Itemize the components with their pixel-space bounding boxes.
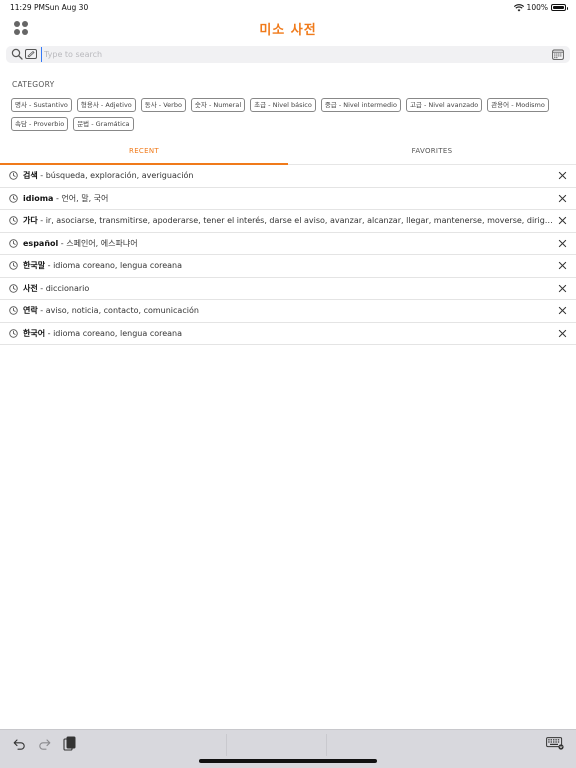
- entry-word: 한국말: [23, 261, 46, 270]
- list-item[interactable]: 연락 - aviso, noticia, contacto, comunicac…: [0, 300, 576, 323]
- wifi-icon: [513, 3, 524, 11]
- status-bar: 11:29 PM Sun Aug 30 100%: [0, 0, 576, 14]
- battery-icon: [551, 4, 568, 11]
- entry-text: 사전 - diccionario: [23, 283, 553, 294]
- list-item[interactable]: 한국말 - idioma coreano, lengua coreana: [0, 255, 576, 278]
- close-icon[interactable]: [558, 306, 567, 315]
- clock-icon: [9, 216, 18, 225]
- close-icon[interactable]: [558, 284, 567, 293]
- close-icon[interactable]: [558, 216, 567, 225]
- tab-recent[interactable]: RECENT: [0, 142, 288, 165]
- entry-meaning: - diccionario: [37, 283, 90, 293]
- list-item[interactable]: idioma - 언어, 말, 국어: [0, 188, 576, 210]
- close-icon[interactable]: [558, 329, 567, 338]
- category-chip-nivel-basico[interactable]: 초급 - Nivel básico: [250, 98, 316, 112]
- paste-icon[interactable]: [63, 736, 76, 751]
- clock-icon: [9, 283, 18, 293]
- home-indicator: [199, 759, 377, 763]
- entry-word: español: [23, 238, 59, 248]
- category-chip-proverbio[interactable]: 속담 - Proverbio: [11, 117, 69, 131]
- clock-icon: [9, 171, 18, 180]
- entry-text: 한국말 - idioma coreano, lengua coreana: [23, 260, 553, 271]
- entry-text: 한국어 - idioma coreano, lengua coreana: [23, 328, 553, 339]
- category-chip-modismo[interactable]: 관용어 - Modismo: [487, 98, 549, 112]
- entry-text: español - 스페인어, 에스파냐어: [23, 238, 553, 249]
- entry-text: 가다 - ir, asociarse, transmitirse, apoder…: [23, 215, 553, 226]
- clock-icon: [9, 193, 18, 203]
- list-item[interactable]: 한국어 - idioma coreano, lengua coreana: [0, 323, 576, 345]
- list-item[interactable]: 검색 - búsqueda, exploración, averiguación: [0, 165, 576, 188]
- close-icon[interactable]: [558, 194, 567, 203]
- entry-word: 검색: [23, 171, 38, 180]
- entry-word: 가다: [23, 216, 38, 225]
- clock-icon: [9, 306, 18, 315]
- battery-percent: 100%: [526, 3, 548, 12]
- redo-icon[interactable]: [38, 738, 51, 750]
- entry-meaning: - 언어, 말, 국어: [53, 193, 109, 203]
- status-date: Sun Aug 30: [45, 3, 89, 12]
- tab-bar: RECENT FAVORITES: [0, 142, 576, 165]
- status-time: 11:29 PM: [10, 3, 45, 12]
- category-chip-verbo[interactable]: 동사 - Verbo: [140, 98, 186, 112]
- entry-word: 연락: [23, 306, 38, 315]
- clock-icon: [9, 328, 18, 338]
- recent-list: 검색 - búsqueda, exploración, averiguación…: [0, 165, 576, 345]
- entry-meaning: - búsqueda, exploración, averiguación: [37, 171, 194, 180]
- entry-text: idioma - 언어, 말, 국어: [23, 193, 553, 204]
- entry-meaning: - idioma coreano, lengua coreana: [45, 328, 183, 338]
- category-chip-nivel-avanzado[interactable]: 고급 - Nivel avanzado: [405, 98, 483, 112]
- entry-word: idioma: [23, 193, 54, 203]
- category-chip-gramatica[interactable]: 문법 - Gramática: [73, 117, 134, 131]
- tab-favorites[interactable]: FAVORITES: [288, 142, 576, 165]
- draw-icon[interactable]: [25, 49, 37, 59]
- app-header: 미소 사전: [0, 14, 576, 44]
- list-item[interactable]: 사전 - diccionario: [0, 278, 576, 300]
- app-title: 미소 사전: [259, 23, 317, 38]
- category-chip-sustantivo[interactable]: 명사 - Sustantivo: [11, 98, 72, 112]
- list-item[interactable]: español - 스페인어, 에스파냐어: [0, 233, 576, 255]
- status-right: 100%: [513, 3, 568, 12]
- toolbar-dividers: [218, 734, 358, 756]
- entry-word: 한국어: [23, 328, 46, 338]
- entry-text: 검색 - búsqueda, exploración, averiguación: [23, 170, 553, 181]
- calendar-icon[interactable]: [552, 49, 564, 60]
- close-icon[interactable]: [558, 171, 567, 180]
- search-input[interactable]: [41, 47, 541, 62]
- close-icon[interactable]: [558, 261, 567, 270]
- search-bar: [6, 46, 570, 63]
- entry-meaning: - aviso, noticia, contacto, comunicación: [37, 306, 199, 315]
- entry-word: 사전: [23, 283, 38, 293]
- category-chips: 명사 - Sustantivo 형용사 - Adjetivo 동사 - Verb…: [11, 98, 566, 131]
- search-icon: [11, 48, 23, 60]
- entry-text: 연락 - aviso, noticia, contacto, comunicac…: [23, 305, 553, 316]
- list-item[interactable]: 가다 - ir, asociarse, transmitirse, apoder…: [0, 210, 576, 233]
- close-icon[interactable]: [558, 239, 567, 248]
- clock-icon: [9, 261, 18, 270]
- keyboard-icon[interactable]: [546, 737, 564, 750]
- undo-icon[interactable]: [13, 738, 26, 750]
- category-heading: CATEGORY: [12, 80, 55, 89]
- category-chip-adjetivo[interactable]: 형용사 - Adjetivo: [76, 98, 136, 112]
- category-chip-nivel-intermedio[interactable]: 중급 - Nivel intermedio: [320, 98, 401, 112]
- entry-meaning: - 스페인어, 에스파냐어: [58, 238, 138, 248]
- category-chip-numeral[interactable]: 숫자 - Numeral: [190, 98, 246, 112]
- clock-icon: [9, 238, 18, 248]
- entry-meaning: - ir, asociarse, transmitirse, apoderars…: [37, 216, 553, 225]
- entry-meaning: - idioma coreano, lengua coreana: [45, 261, 183, 270]
